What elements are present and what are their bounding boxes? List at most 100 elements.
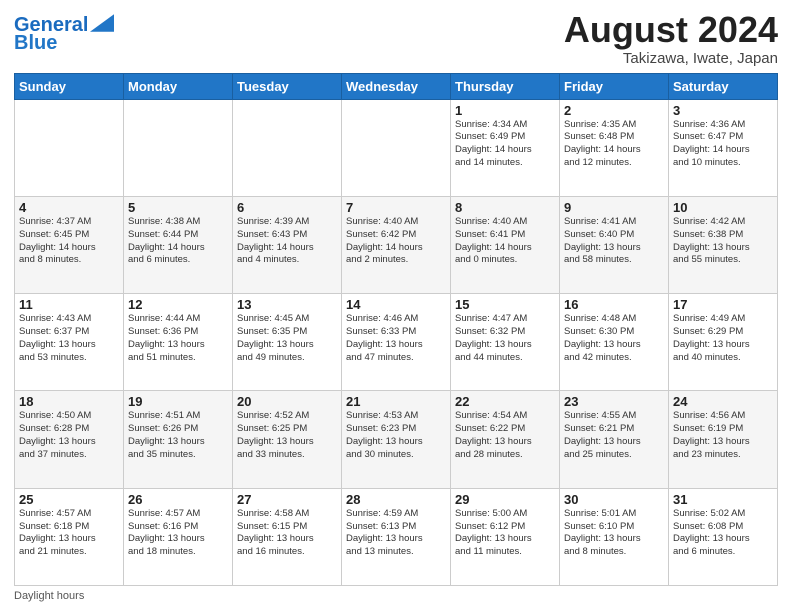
calendar-cell: 19Sunrise: 4:51 AM Sunset: 6:26 PM Dayli… — [124, 391, 233, 488]
day-info: Sunrise: 4:37 AM Sunset: 6:45 PM Dayligh… — [19, 216, 119, 267]
day-info: Sunrise: 4:44 AM Sunset: 6:36 PM Dayligh… — [128, 313, 228, 364]
calendar-cell: 12Sunrise: 4:44 AM Sunset: 6:36 PM Dayli… — [124, 294, 233, 391]
calendar-cell: 27Sunrise: 4:58 AM Sunset: 6:15 PM Dayli… — [233, 488, 342, 585]
day-number: 8 — [455, 200, 555, 215]
day-number: 3 — [673, 103, 773, 118]
calendar-cell: 14Sunrise: 4:46 AM Sunset: 6:33 PM Dayli… — [342, 294, 451, 391]
day-info: Sunrise: 4:41 AM Sunset: 6:40 PM Dayligh… — [564, 216, 664, 267]
day-number: 20 — [237, 394, 337, 409]
week-row-1: 4Sunrise: 4:37 AM Sunset: 6:45 PM Daylig… — [15, 196, 778, 293]
calendar-cell: 4Sunrise: 4:37 AM Sunset: 6:45 PM Daylig… — [15, 196, 124, 293]
day-number: 6 — [237, 200, 337, 215]
calendar-cell: 26Sunrise: 4:57 AM Sunset: 6:16 PM Dayli… — [124, 488, 233, 585]
day-info: Sunrise: 5:01 AM Sunset: 6:10 PM Dayligh… — [564, 508, 664, 559]
day-info: Sunrise: 4:38 AM Sunset: 6:44 PM Dayligh… — [128, 216, 228, 267]
day-header-monday: Monday — [124, 73, 233, 99]
day-info: Sunrise: 4:52 AM Sunset: 6:25 PM Dayligh… — [237, 410, 337, 461]
calendar-cell: 21Sunrise: 4:53 AM Sunset: 6:23 PM Dayli… — [342, 391, 451, 488]
calendar-cell: 8Sunrise: 4:40 AM Sunset: 6:41 PM Daylig… — [451, 196, 560, 293]
day-info: Sunrise: 4:35 AM Sunset: 6:48 PM Dayligh… — [564, 119, 664, 170]
logo-icon — [90, 13, 114, 33]
day-header-friday: Friday — [560, 73, 669, 99]
day-info: Sunrise: 4:46 AM Sunset: 6:33 PM Dayligh… — [346, 313, 446, 364]
day-info: Sunrise: 4:56 AM Sunset: 6:19 PM Dayligh… — [673, 410, 773, 461]
page: General Blue August 2024 Takizawa, Iwate… — [0, 0, 792, 612]
main-title: August 2024 — [564, 10, 778, 50]
day-info: Sunrise: 4:58 AM Sunset: 6:15 PM Dayligh… — [237, 508, 337, 559]
calendar-cell: 17Sunrise: 4:49 AM Sunset: 6:29 PM Dayli… — [669, 294, 778, 391]
day-number: 28 — [346, 492, 446, 507]
calendar-cell — [124, 99, 233, 196]
day-number: 1 — [455, 103, 555, 118]
calendar: SundayMondayTuesdayWednesdayThursdayFrid… — [14, 73, 778, 586]
day-info: Sunrise: 4:45 AM Sunset: 6:35 PM Dayligh… — [237, 313, 337, 364]
day-number: 2 — [564, 103, 664, 118]
calendar-cell: 29Sunrise: 5:00 AM Sunset: 6:12 PM Dayli… — [451, 488, 560, 585]
day-number: 29 — [455, 492, 555, 507]
day-number: 14 — [346, 297, 446, 312]
calendar-cell: 3Sunrise: 4:36 AM Sunset: 6:47 PM Daylig… — [669, 99, 778, 196]
week-row-4: 25Sunrise: 4:57 AM Sunset: 6:18 PM Dayli… — [15, 488, 778, 585]
day-number: 31 — [673, 492, 773, 507]
day-info: Sunrise: 4:50 AM Sunset: 6:28 PM Dayligh… — [19, 410, 119, 461]
day-number: 18 — [19, 394, 119, 409]
day-info: Sunrise: 4:47 AM Sunset: 6:32 PM Dayligh… — [455, 313, 555, 364]
day-number: 22 — [455, 394, 555, 409]
day-info: Sunrise: 4:36 AM Sunset: 6:47 PM Dayligh… — [673, 119, 773, 170]
day-info: Sunrise: 4:40 AM Sunset: 6:41 PM Dayligh… — [455, 216, 555, 267]
day-number: 12 — [128, 297, 228, 312]
day-info: Sunrise: 4:43 AM Sunset: 6:37 PM Dayligh… — [19, 313, 119, 364]
calendar-cell: 25Sunrise: 4:57 AM Sunset: 6:18 PM Dayli… — [15, 488, 124, 585]
logo: General Blue — [14, 14, 114, 55]
day-number: 13 — [237, 297, 337, 312]
calendar-cell: 11Sunrise: 4:43 AM Sunset: 6:37 PM Dayli… — [15, 294, 124, 391]
calendar-cell — [342, 99, 451, 196]
day-info: Sunrise: 4:54 AM Sunset: 6:22 PM Dayligh… — [455, 410, 555, 461]
day-header-sunday: Sunday — [15, 73, 124, 99]
calendar-cell: 30Sunrise: 5:01 AM Sunset: 6:10 PM Dayli… — [560, 488, 669, 585]
subtitle: Takizawa, Iwate, Japan — [564, 50, 778, 67]
day-info: Sunrise: 4:57 AM Sunset: 6:16 PM Dayligh… — [128, 508, 228, 559]
day-number: 21 — [346, 394, 446, 409]
calendar-cell: 15Sunrise: 4:47 AM Sunset: 6:32 PM Dayli… — [451, 294, 560, 391]
day-number: 9 — [564, 200, 664, 215]
day-header-wednesday: Wednesday — [342, 73, 451, 99]
day-info: Sunrise: 4:48 AM Sunset: 6:30 PM Dayligh… — [564, 313, 664, 364]
day-number: 16 — [564, 297, 664, 312]
calendar-cell: 13Sunrise: 4:45 AM Sunset: 6:35 PM Dayli… — [233, 294, 342, 391]
calendar-cell: 16Sunrise: 4:48 AM Sunset: 6:30 PM Dayli… — [560, 294, 669, 391]
day-number: 30 — [564, 492, 664, 507]
calendar-cell: 31Sunrise: 5:02 AM Sunset: 6:08 PM Dayli… — [669, 488, 778, 585]
day-number: 26 — [128, 492, 228, 507]
day-header-tuesday: Tuesday — [233, 73, 342, 99]
week-row-0: 1Sunrise: 4:34 AM Sunset: 6:49 PM Daylig… — [15, 99, 778, 196]
day-info: Sunrise: 4:42 AM Sunset: 6:38 PM Dayligh… — [673, 216, 773, 267]
day-info: Sunrise: 4:34 AM Sunset: 6:49 PM Dayligh… — [455, 119, 555, 170]
week-row-3: 18Sunrise: 4:50 AM Sunset: 6:28 PM Dayli… — [15, 391, 778, 488]
calendar-cell — [233, 99, 342, 196]
day-number: 17 — [673, 297, 773, 312]
header-row: SundayMondayTuesdayWednesdayThursdayFrid… — [15, 73, 778, 99]
header: General Blue August 2024 Takizawa, Iwate… — [14, 10, 778, 67]
day-header-thursday: Thursday — [451, 73, 560, 99]
calendar-cell: 5Sunrise: 4:38 AM Sunset: 6:44 PM Daylig… — [124, 196, 233, 293]
day-info: Sunrise: 4:59 AM Sunset: 6:13 PM Dayligh… — [346, 508, 446, 559]
calendar-cell: 10Sunrise: 4:42 AM Sunset: 6:38 PM Dayli… — [669, 196, 778, 293]
calendar-cell — [15, 99, 124, 196]
day-number: 15 — [455, 297, 555, 312]
day-header-saturday: Saturday — [669, 73, 778, 99]
title-block: August 2024 Takizawa, Iwate, Japan — [564, 10, 778, 67]
day-info: Sunrise: 5:02 AM Sunset: 6:08 PM Dayligh… — [673, 508, 773, 559]
calendar-cell: 2Sunrise: 4:35 AM Sunset: 6:48 PM Daylig… — [560, 99, 669, 196]
calendar-cell: 22Sunrise: 4:54 AM Sunset: 6:22 PM Dayli… — [451, 391, 560, 488]
calendar-cell: 6Sunrise: 4:39 AM Sunset: 6:43 PM Daylig… — [233, 196, 342, 293]
day-number: 24 — [673, 394, 773, 409]
day-number: 19 — [128, 394, 228, 409]
day-info: Sunrise: 4:57 AM Sunset: 6:18 PM Dayligh… — [19, 508, 119, 559]
day-info: Sunrise: 4:51 AM Sunset: 6:26 PM Dayligh… — [128, 410, 228, 461]
day-number: 11 — [19, 297, 119, 312]
calendar-cell: 9Sunrise: 4:41 AM Sunset: 6:40 PM Daylig… — [560, 196, 669, 293]
day-number: 25 — [19, 492, 119, 507]
day-number: 27 — [237, 492, 337, 507]
week-row-2: 11Sunrise: 4:43 AM Sunset: 6:37 PM Dayli… — [15, 294, 778, 391]
